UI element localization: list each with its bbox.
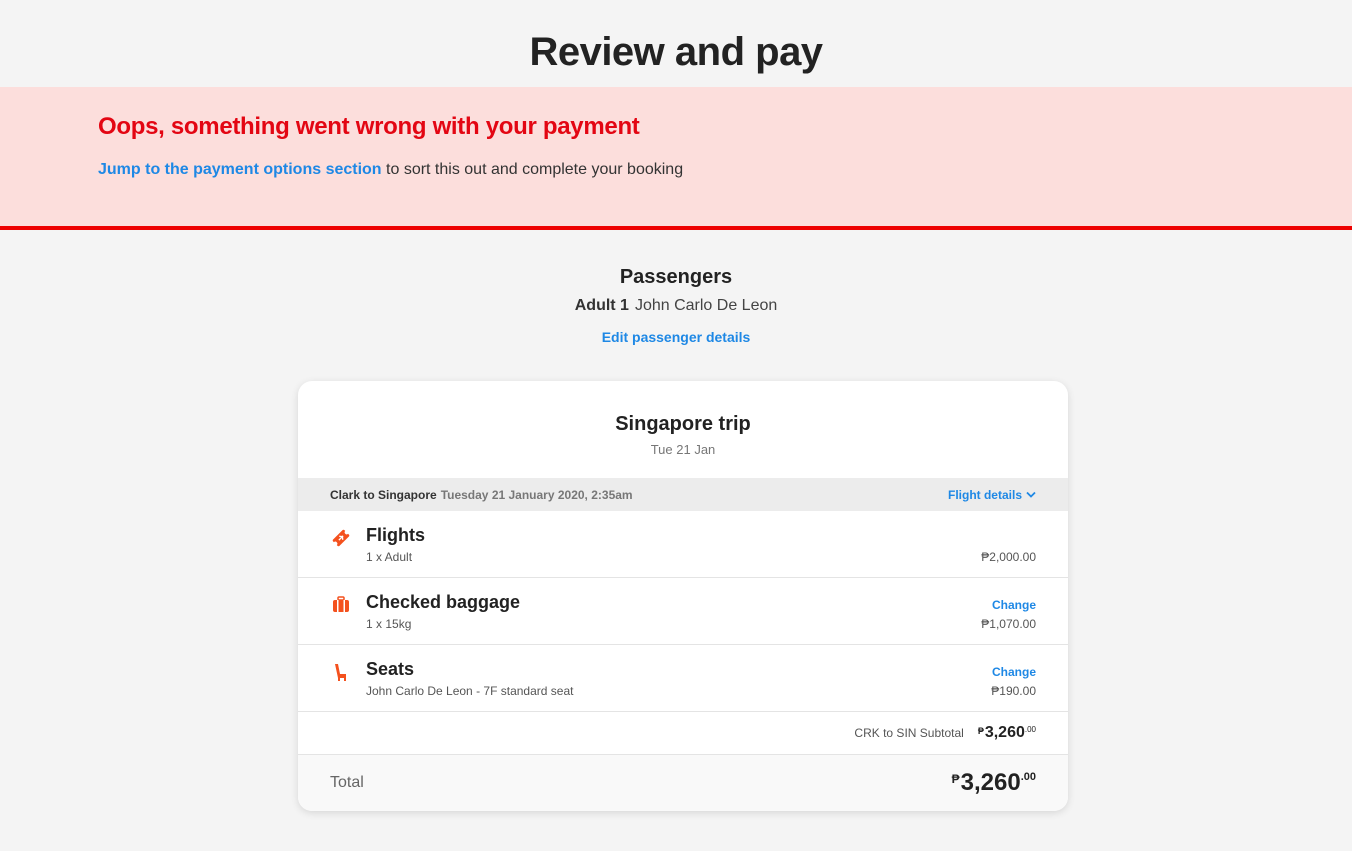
item-subtitle: John Carlo De Leon - 7F standard seat (366, 684, 574, 698)
trip-header: Singapore trip Tue 21 Jan (298, 381, 1068, 478)
passenger-label: Adult 1 (574, 297, 629, 314)
currency-symbol: ₱ (951, 772, 960, 786)
passenger-row: Adult 1 John Carlo De Leon (0, 297, 1352, 315)
ticket-icon (332, 529, 350, 547)
line-item-seats: Seats John Carlo De Leon - 7F standard s… (298, 645, 1068, 712)
flight-details-label: Flight details (947, 487, 1022, 502)
page-title: Review and pay (529, 30, 823, 74)
route-bar: Clark to Singapore Tuesday 21 January 20… (298, 478, 1068, 511)
subtotal-cents: .00 (1024, 725, 1036, 734)
total-value: 3,260 (960, 769, 1021, 796)
route-name: Clark to Singapore (330, 487, 437, 502)
payment-options-link[interactable]: Jump to the payment options section (98, 161, 382, 178)
subtotal-row: CRK to SIN Subtotal ₱3,260.00 (298, 712, 1068, 755)
line-item-flights: Flights 1 x Adult ₱2,000.00 (298, 511, 1068, 578)
item-subtitle: 1 x Adult (366, 550, 413, 564)
trip-summary-card: Singapore trip Tue 21 Jan Clark to Singa… (298, 381, 1068, 811)
item-title: Checked baggage (366, 592, 521, 612)
subtotal-value: 3,260 (984, 724, 1025, 741)
payment-error-banner: Oops, something went wrong with your pay… (0, 87, 1352, 230)
total-amount: ₱3,260.00 (952, 769, 1036, 797)
subtotal-amount: ₱3,260.00 (978, 724, 1036, 742)
total-cents: .00 (1020, 771, 1036, 783)
item-subtitle: 1 x 15kg (366, 617, 412, 631)
passengers-heading: Passengers (619, 266, 733, 288)
total-label: Total (330, 774, 364, 791)
currency-symbol: ₱ (977, 726, 984, 736)
change-seats-button[interactable]: Change (992, 665, 1036, 679)
passengers-section: Passengers Adult 1 John Carlo De Leon Edi… (0, 266, 1352, 347)
error-message: Jump to the payment options section to s… (98, 161, 683, 179)
item-price: ₱190.00 (991, 684, 1036, 698)
seat-icon (335, 664, 346, 681)
item-title: Seats (366, 659, 415, 679)
item-price: ₱1,070.00 (981, 617, 1036, 631)
item-price: ₱2,000.00 (981, 550, 1036, 564)
item-title: Flights (366, 525, 425, 545)
passenger-name: John Carlo De Leon (634, 297, 778, 314)
total-row: Total ₱3,260.00 (298, 755, 1068, 811)
baggage-icon (333, 596, 349, 612)
change-baggage-button[interactable]: Change (992, 598, 1036, 612)
chevron-down-icon (1026, 491, 1036, 498)
edit-passenger-details-link[interactable]: Edit passenger details (602, 329, 751, 345)
flight-details-toggle[interactable]: Flight details (948, 488, 1036, 502)
line-item-baggage: Checked baggage 1 x 15kg Change ₱1,070.0… (298, 578, 1068, 645)
error-message-text: to sort this out and complete your booki… (381, 161, 684, 178)
trip-title: Singapore trip (615, 413, 751, 435)
review-pay-page: Review and pay Oops, something went wron… (0, 0, 1352, 851)
subtotal-label: CRK to SIN Subtotal (854, 726, 964, 740)
error-title: Oops, something went wrong with your pay… (98, 113, 640, 140)
route-departure: Tuesday 21 January 2020, 2:35am (440, 487, 633, 502)
trip-date: Tue 21 Jan (650, 442, 716, 457)
